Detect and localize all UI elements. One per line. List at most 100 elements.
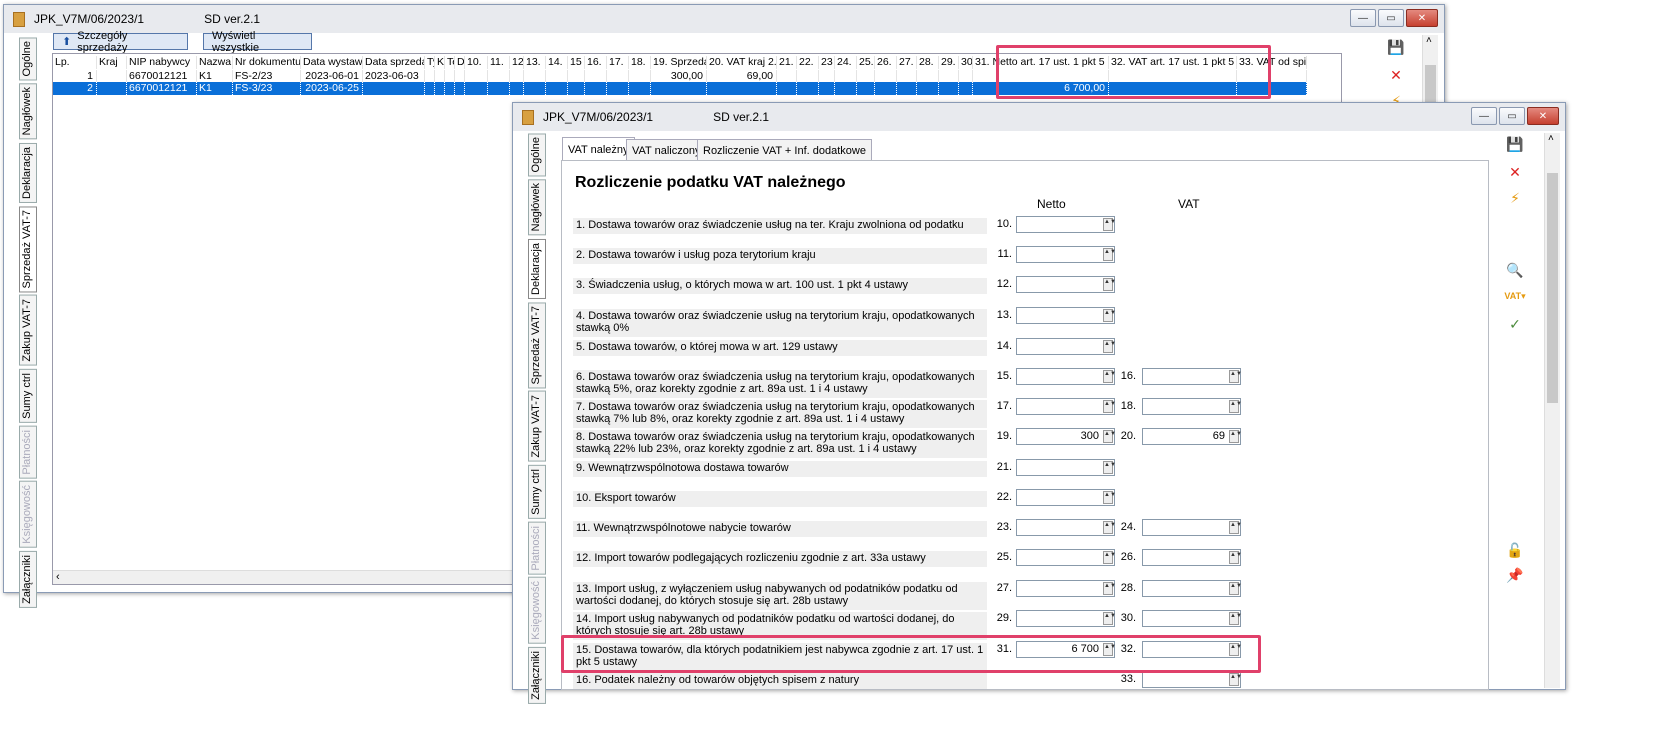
netto-input[interactable]: ▲▼	[1016, 489, 1116, 506]
close-button[interactable]: ✕	[1406, 9, 1438, 27]
netto-input[interactable]: 300 ▲▼	[1016, 428, 1116, 445]
grid-column-header[interactable]: 19. Sprzedaż k	[651, 56, 707, 69]
spinner-icon[interactable]: ▲▼	[1103, 218, 1116, 231]
netto-input[interactable]: ▲▼	[1016, 307, 1116, 324]
grid-column-header[interactable]: 28.	[917, 56, 939, 69]
tab-rozliczenie-vat[interactable]: Rozliczenie VAT + Inf. dodatkowe	[697, 139, 872, 161]
grid-column-header[interactable]: 23	[819, 56, 835, 69]
side-tab-załączniki[interactable]: Załączniki	[528, 646, 546, 704]
vat-input[interactable]: ▲▼	[1142, 519, 1242, 536]
grid-column-header[interactable]: 22.	[797, 56, 819, 69]
maximize-button[interactable]: ▭	[1378, 9, 1404, 27]
spinner-icon[interactable]: ▲▼	[1229, 400, 1242, 413]
grid-column-header[interactable]: 12	[510, 56, 524, 69]
spinner-icon[interactable]: ▲▼	[1103, 400, 1116, 413]
side-tab-księgowość[interactable]: Księgowość	[19, 481, 37, 548]
save-icon[interactable]: 💾	[1504, 134, 1526, 154]
spinner-icon[interactable]: ▲▼	[1103, 340, 1116, 353]
grid-column-header[interactable]: 16.	[585, 56, 607, 69]
grid-column-header[interactable]: Da	[455, 56, 465, 69]
lock-icon[interactable]: 🔓	[1504, 540, 1526, 560]
grid-column-header[interactable]: Te	[445, 56, 455, 69]
scroll-up-icon[interactable]: ˄	[1426, 35, 1432, 46]
netto-input[interactable]: ▲▼	[1016, 398, 1116, 415]
side-tab-zakup-vat-7[interactable]: Zakup VAT-7	[19, 295, 37, 366]
vat-calc-icon[interactable]: VAT▾	[1504, 286, 1526, 306]
grid-column-header[interactable]: Ty	[425, 56, 435, 69]
vat-input[interactable]: ▲▼	[1142, 398, 1242, 415]
spinner-icon[interactable]: ▲▼	[1229, 551, 1242, 564]
grid-column-header[interactable]: Kraj	[97, 56, 127, 69]
grid-column-header[interactable]: 29.	[939, 56, 959, 69]
maximize-button[interactable]: ▭	[1499, 107, 1525, 125]
grid-column-header[interactable]: Data wystaw	[301, 56, 363, 69]
spinner-icon[interactable]: ▲▼	[1103, 582, 1116, 595]
spinner-icon[interactable]: ▲▼	[1229, 430, 1242, 443]
side-tab-ogólne[interactable]: Ogólne	[19, 37, 37, 81]
grid-column-header[interactable]: 17.	[607, 56, 629, 69]
grid-column-header[interactable]: 13.	[524, 56, 546, 69]
netto-input[interactable]: ▲▼	[1016, 338, 1116, 355]
netto-input[interactable]: ▲▼	[1016, 246, 1116, 263]
grid-column-header[interactable]: NIP nabywcy	[127, 56, 197, 69]
side-tab-zakup-vat-7[interactable]: Zakup VAT-7	[528, 391, 546, 462]
side-tab-deklaracja[interactable]: Deklaracja	[19, 142, 37, 203]
grid-column-header[interactable]: Nr dokumentu	[233, 56, 301, 69]
grid-column-header[interactable]: Ko	[435, 56, 445, 69]
grid-column-header[interactable]: 26.	[875, 56, 897, 69]
grid-column-header[interactable]: 30	[959, 56, 973, 69]
side-tab-nagłówek[interactable]: Nagłówek	[19, 83, 37, 140]
netto-input[interactable]: ▲▼	[1016, 519, 1116, 536]
spinner-icon[interactable]: ▲▼	[1229, 612, 1242, 625]
spinner-icon[interactable]: ▲▼	[1103, 491, 1116, 504]
spinner-icon[interactable]: ▲▼	[1103, 309, 1116, 322]
spinner-icon[interactable]: ▲▼	[1229, 582, 1242, 595]
grid-column-header[interactable]: 15	[568, 56, 585, 69]
save-icon[interactable]: 💾	[1385, 37, 1407, 57]
side-tab-ogólne[interactable]: Ogólne	[528, 133, 546, 177]
vat-input[interactable]: 69 ▲▼	[1142, 428, 1242, 445]
vat-input[interactable]: ▲▼	[1142, 671, 1242, 688]
side-tab-załączniki[interactable]: Załączniki	[19, 550, 37, 608]
delete-icon[interactable]: ✕	[1385, 65, 1407, 85]
lightning-icon[interactable]: ⚡	[1504, 188, 1526, 208]
grid-column-header[interactable]: 21.	[777, 56, 797, 69]
side-tab-sprzedaż-vat-7[interactable]: Sprzedaż VAT-7	[19, 205, 37, 293]
grid-column-header[interactable]: Data sprzeda	[363, 56, 425, 69]
vat-input[interactable]: ▲▼	[1142, 549, 1242, 566]
minimize-button[interactable]: —	[1350, 9, 1376, 27]
sales-details-button[interactable]: ⬆ Szczegóły sprzedaży	[53, 30, 188, 54]
vat-input[interactable]: ▲▼	[1142, 610, 1242, 627]
declaration-window-titlebar[interactable]: JPK_V7M/06/2023/1 SD ver.2.1 — ▭ ✕	[513, 103, 1565, 131]
side-tab-sprzedaż-vat-7[interactable]: Sprzedaż VAT-7	[528, 301, 546, 389]
netto-input[interactable]: ▲▼	[1016, 549, 1116, 566]
tab-vat-naliczony[interactable]: VAT naliczony	[626, 139, 707, 161]
spinner-icon[interactable]: ▲▼	[1103, 278, 1116, 291]
vat-input[interactable]: ▲▼	[1142, 580, 1242, 597]
grid-column-header[interactable]: Nazwa	[197, 56, 233, 69]
side-tab-płatności[interactable]: Płatności	[19, 425, 37, 479]
vertical-scrollbar[interactable]: ˄	[1544, 133, 1560, 688]
side-tab-deklaracja[interactable]: Deklaracja	[528, 238, 546, 299]
close-button[interactable]: ✕	[1527, 107, 1559, 125]
grid-column-header[interactable]: 20. VAT kraj 2.	[707, 56, 777, 69]
grid-column-header[interactable]: 11.	[488, 56, 510, 69]
show-all-button[interactable]: Wyświetl wszystkie	[203, 30, 312, 54]
grid-column-header[interactable]: 10.	[465, 56, 488, 69]
scroll-left-icon[interactable]: ‹	[56, 571, 60, 583]
scroll-up-icon[interactable]: ˄	[1548, 133, 1554, 144]
side-tab-księgowość[interactable]: Księgowość	[528, 577, 546, 644]
netto-input[interactable]: ▲▼	[1016, 580, 1116, 597]
grid-column-header[interactable]: Lp.	[53, 56, 97, 69]
grid-column-header[interactable]: 24.	[835, 56, 857, 69]
grid-column-header[interactable]: 25.	[857, 56, 875, 69]
delete-icon[interactable]: ✕	[1504, 162, 1526, 182]
spinner-icon[interactable]: ▲▼	[1103, 551, 1116, 564]
spinner-icon[interactable]: ▲▼	[1103, 248, 1116, 261]
netto-input[interactable]: ▲▼	[1016, 216, 1116, 233]
pin-icon[interactable]: 📌	[1504, 565, 1526, 585]
side-tab-sumy-ctrl[interactable]: Sumy ctrl	[19, 368, 37, 423]
netto-input[interactable]: ▲▼	[1016, 276, 1116, 293]
spinner-icon[interactable]: ▲▼	[1103, 370, 1116, 383]
scroll-thumb[interactable]	[1547, 173, 1558, 403]
